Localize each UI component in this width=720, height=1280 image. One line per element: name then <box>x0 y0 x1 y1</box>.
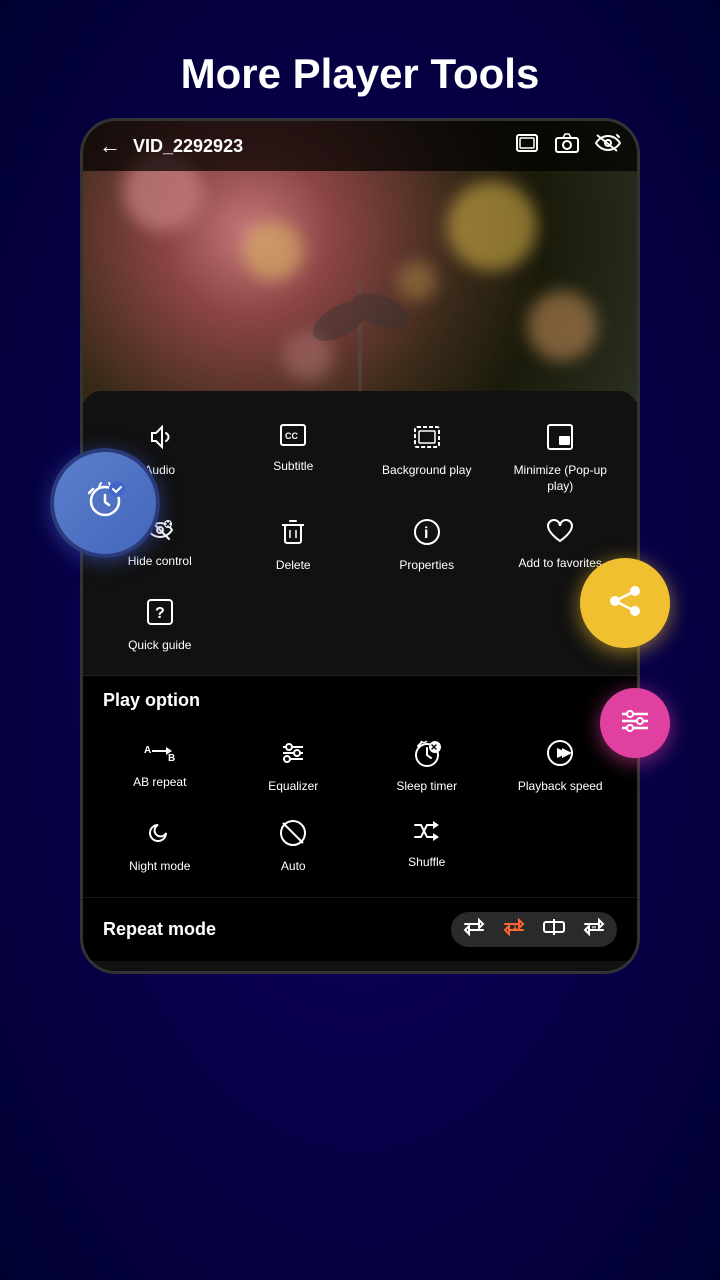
tool-background-play[interactable]: Background play <box>360 411 494 506</box>
minimize-icon <box>546 423 574 455</box>
play-option-label: Play option <box>83 675 637 717</box>
shuffle-icon <box>413 819 441 847</box>
filter-button[interactable] <box>600 688 670 758</box>
heart-icon <box>546 518 574 548</box>
alarm-icon <box>83 477 127 530</box>
tool-minimize[interactable]: Minimize (Pop-up play) <box>494 411 628 506</box>
auto-label: Auto <box>281 859 306 875</box>
tool-quick-guide[interactable]: ? Quick guide <box>93 586 227 666</box>
playback-speed-icon <box>546 739 574 771</box>
back-button[interactable]: ← <box>99 133 121 159</box>
sleep-timer-icon <box>413 739 441 771</box>
visibility-off-icon[interactable] <box>595 133 621 159</box>
tool-sleep-timer[interactable]: Sleep timer <box>360 727 494 807</box>
background-play-label: Background play <box>382 463 471 479</box>
properties-label: Properties <box>399 558 454 574</box>
sleep-timer-label: Sleep timer <box>396 779 457 795</box>
svg-text:B: B <box>168 753 175 763</box>
delete-label: Delete <box>276 558 311 574</box>
svg-text:i: i <box>424 525 428 542</box>
svg-text:?: ? <box>155 605 165 622</box>
night-mode-label: Night mode <box>129 859 190 875</box>
aspect-ratio-icon[interactable] <box>515 133 539 159</box>
tool-properties[interactable]: i Properties <box>360 506 494 586</box>
video-title: VID_2292923 <box>133 136 503 157</box>
alarm-button[interactable] <box>50 448 160 558</box>
svg-text:∞: ∞ <box>592 925 596 931</box>
equalizer-label: Equalizer <box>268 779 318 795</box>
shuffle-label: Shuffle <box>408 855 445 871</box>
hide-control-label: Hide control <box>128 554 192 570</box>
page-title: More Player Tools <box>0 0 720 118</box>
equalizer-icon <box>279 739 307 771</box>
play-once-button[interactable] <box>543 918 565 941</box>
tool-auto[interactable]: Auto <box>227 807 361 887</box>
subtitle-icon: CC <box>279 423 307 451</box>
svg-text:A: A <box>144 745 151 756</box>
svg-text:CC: CC <box>285 431 298 441</box>
tool-ab-repeat[interactable]: A B AB repeat <box>93 727 227 807</box>
delete-icon <box>281 518 305 550</box>
repeat-one-button[interactable]: 1 <box>503 918 525 941</box>
tool-shuffle[interactable]: Shuffle <box>360 807 494 887</box>
share-icon <box>605 581 645 626</box>
tool-equalizer[interactable]: Equalizer <box>227 727 361 807</box>
repeat-list-button[interactable]: ∞ <box>583 918 605 941</box>
auto-icon <box>279 819 307 851</box>
add-favorites-label: Add to favorites <box>519 556 602 572</box>
repeat-mode-label: Repeat mode <box>103 919 216 940</box>
repeat-all-button[interactable] <box>463 918 485 941</box>
share-button[interactable] <box>580 558 670 648</box>
ab-repeat-label: AB repeat <box>133 775 186 791</box>
tool-night-mode[interactable]: Night mode <box>93 807 227 887</box>
quick-guide-icon: ? <box>146 598 174 630</box>
background-play-icon <box>413 423 441 455</box>
tool-subtitle[interactable]: CC Subtitle <box>227 411 361 506</box>
camera-icon[interactable] <box>555 133 579 159</box>
quick-guide-label: Quick guide <box>128 638 191 654</box>
playback-speed-label: Playback speed <box>518 779 603 795</box>
filter-icon <box>618 704 652 743</box>
subtitle-label: Subtitle <box>273 459 313 475</box>
ab-repeat-icon: A B <box>144 739 176 767</box>
minimize-label: Minimize (Pop-up play) <box>500 463 622 494</box>
audio-icon <box>146 423 174 455</box>
tool-delete[interactable]: Delete <box>227 506 361 586</box>
night-mode-icon <box>146 819 174 851</box>
svg-text:1: 1 <box>513 924 517 931</box>
properties-icon: i <box>413 518 441 550</box>
